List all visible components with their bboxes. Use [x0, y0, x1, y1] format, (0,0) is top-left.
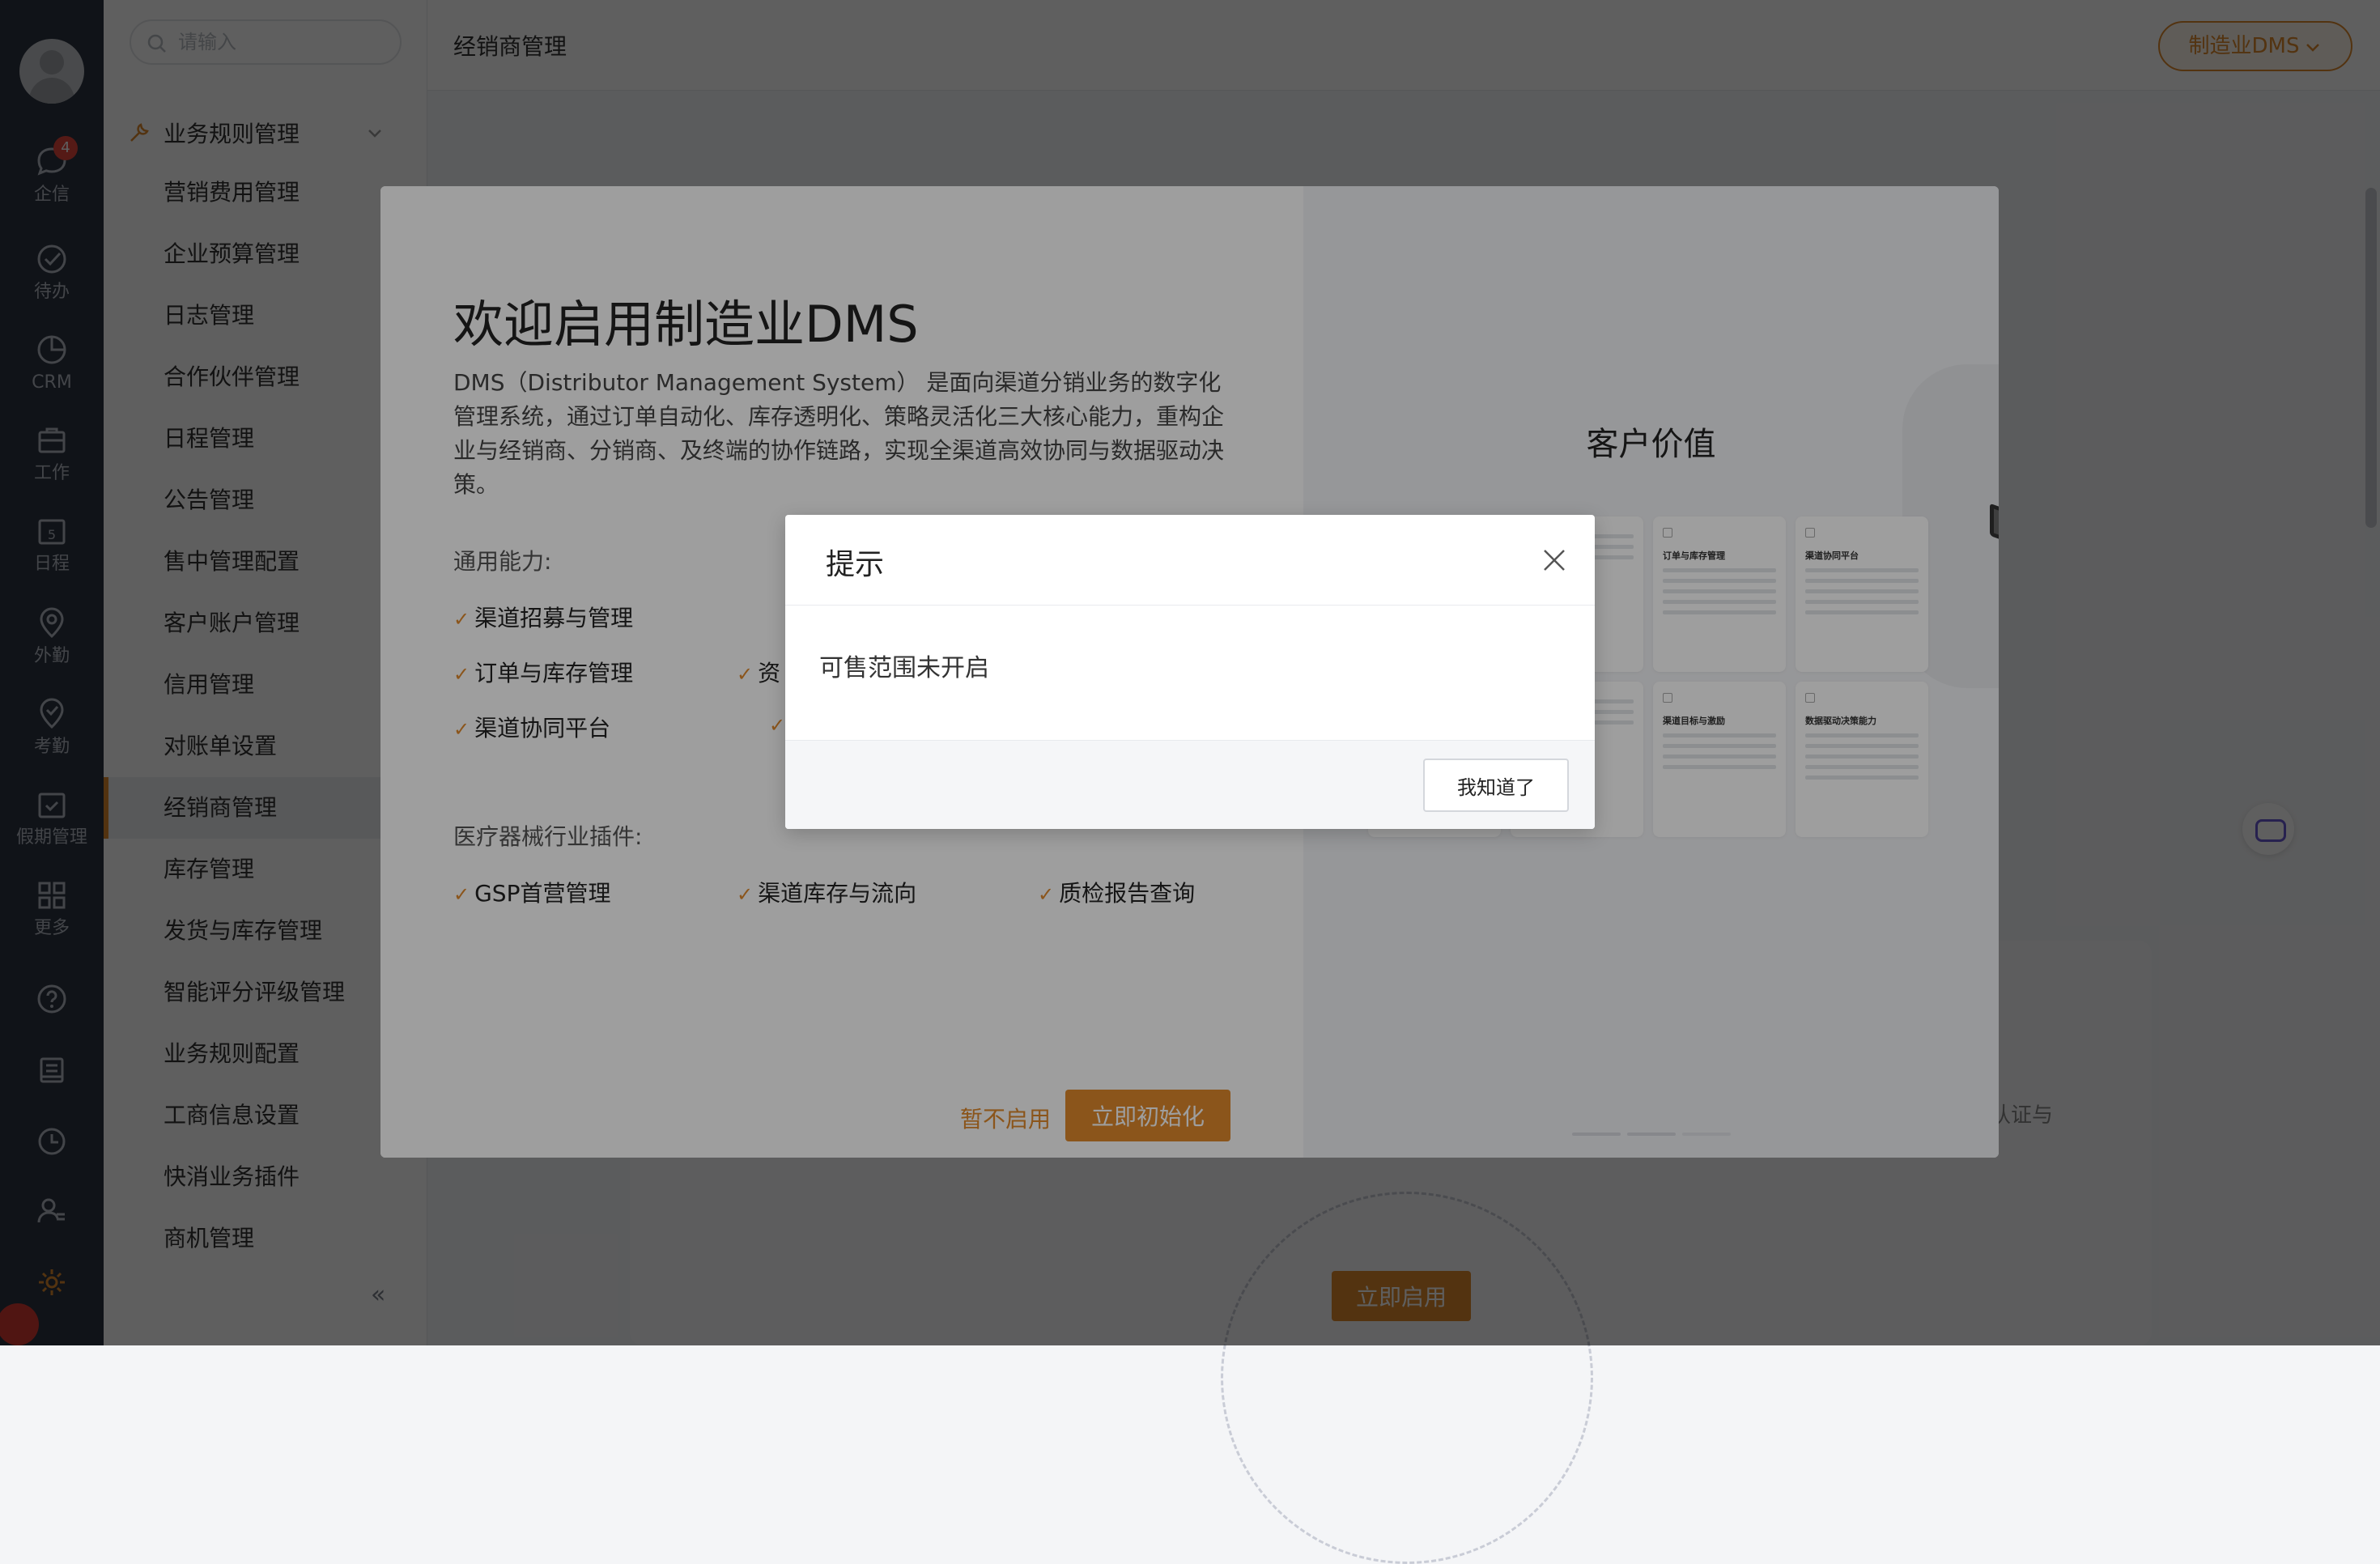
dialog-message: 可售范围未开启: [819, 654, 989, 682]
dialog-title: 提示: [826, 548, 885, 581]
dialog-body: 可售范围未开启: [785, 606, 1595, 740]
close-icon[interactable]: [1538, 544, 1570, 576]
acknowledge-button[interactable]: 我知道了: [1423, 759, 1569, 812]
alert-dialog: 提示 可售范围未开启 我知道了: [785, 515, 1595, 829]
dialog-footer: 我知道了: [785, 740, 1595, 829]
dialog-header: 提示: [785, 515, 1595, 606]
